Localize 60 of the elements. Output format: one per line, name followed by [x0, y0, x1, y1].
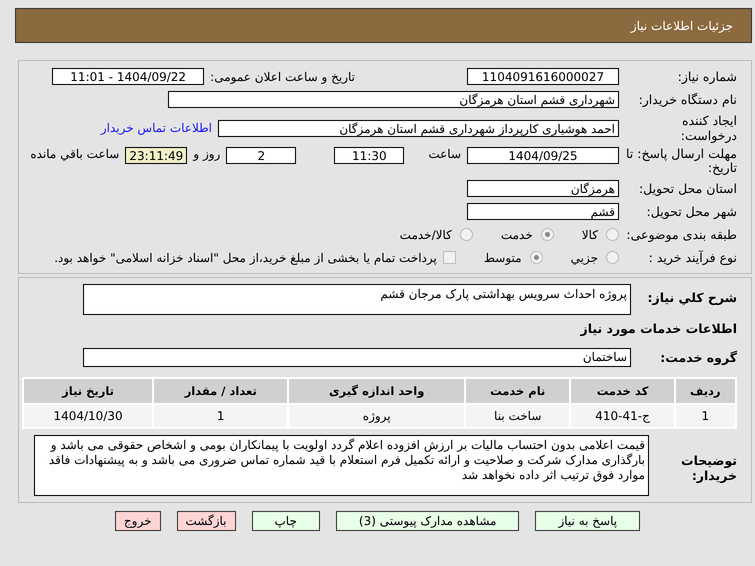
column-header: تاریخ نیاز [23, 378, 154, 404]
field-label: ایجاد کننده درخواست: [680, 113, 737, 143]
field-label: شماره نیاز: [676, 69, 737, 84]
creator-field: احمد هوشیاری کارپرداز شهرداری قشم استان هرمزگان [218, 120, 619, 136]
table-cell: ساخت بنا [465, 404, 570, 428]
field-label: روز و [193, 147, 220, 161]
radio-button[interactable] [606, 251, 619, 264]
city-field: قشم [467, 203, 619, 220]
column-header: نام خدمت [465, 378, 570, 404]
table-cell: 1404/10/30 [23, 404, 154, 428]
action-button[interactable]: پاسخ به نیاز [535, 511, 640, 531]
checkbox[interactable] [442, 251, 456, 264]
field-label: طبقه بندی موضوعی: [625, 227, 737, 242]
checkbox-label: پرداخت تمام یا بخشی از مبلغ خرید،از محل "اسناد خزانه اسلامی" خواهد بود. [54, 250, 437, 264]
radio-button[interactable] [606, 228, 619, 241]
column-header: تعداد / مقدار [153, 378, 288, 404]
field-label: ساعت باقي مانده [30, 147, 120, 161]
table-cell: ج-41-410 [570, 404, 675, 428]
field-label: تاریخ و ساعت اعلان عمومی: [210, 70, 355, 84]
notes-textarea[interactable]: قیمت اعلامی بدون احتساب مالیات بر ارزش افزوده اعلام گردد اولویت با پیمانکاران بومی و اشخاص حقوقی می باشد و بارگذاری مدارک شرکت و صلاحیت و ارائه تکمیل فرم استعلام با قید شماره تماس ضروری می باشد و به پیشنهادات فاقد موارد فوق ترتیب اثر داده نخواهد شد [34, 435, 649, 496]
buyer-contact-link[interactable]: اطلاعات تماس خریدار [100, 121, 212, 135]
days-field: 2 [226, 147, 296, 164]
field-label: شرح کلي نیاز: [646, 290, 737, 305]
radio-label: کالا/خدمت [400, 228, 452, 242]
action-button[interactable]: مشاهده مدارک پیوستی (3) [336, 511, 520, 531]
table-cell: 1 [674, 404, 736, 428]
summary-textarea[interactable]: پروژه احداث سرویس بهداشتی پارک مرجان قشم [83, 284, 631, 315]
need-number-field: 1104091616000027 [467, 68, 619, 85]
field-label: ساعت [428, 147, 461, 161]
column-header: ردیف [674, 378, 736, 404]
radio-label: کالا [582, 228, 598, 242]
action-button[interactable]: بازگشت [176, 511, 236, 531]
field-label: استان محل تحویل: [638, 181, 737, 196]
table-cell: 1 [153, 404, 288, 428]
remaining-time-field: 23:11:49 [125, 147, 188, 164]
field-label: نام دستگاه خریدار: [638, 92, 737, 107]
field-label: نوع فرآیند خرید : [648, 250, 737, 265]
radio-button[interactable] [540, 228, 554, 241]
radio-label: متوسط [484, 250, 522, 264]
section-heading: اطلاعات خدمات مورد نیاز [580, 321, 737, 336]
field-label: مهلت ارسال پاسخ: تا تاریخ: [625, 147, 737, 175]
deadline-date-field: 1404/09/25 [467, 147, 619, 164]
service-group-field: ساختمان [83, 348, 631, 367]
radio-button[interactable] [460, 228, 473, 241]
province-field: هرمزگان [467, 180, 619, 197]
radio-label: خدمت [500, 228, 533, 242]
column-header: کد خدمت [570, 378, 675, 404]
field-label: گروه خدمت: [659, 350, 737, 365]
field-label: توضیحات خریدار: [680, 453, 737, 483]
field-label: شهر محل تحویل: [646, 204, 737, 219]
action-button[interactable]: خروج [114, 511, 160, 531]
radio-button[interactable] [530, 251, 543, 264]
radio-label: جزيي [570, 250, 598, 264]
deadline-time-field: 11:30 [334, 147, 404, 164]
table-cell: پروژه [288, 404, 466, 428]
action-button[interactable]: چاپ [252, 511, 320, 531]
column-header: واحد اندازه گیری [288, 378, 466, 404]
buyer-field: شهرداری قشم استان هرمزگان [168, 91, 619, 108]
page-title: جزئیات اطلاعات نیاز [630, 18, 733, 32]
announce-date-field: 1404/09/22 - 11:01 [52, 68, 204, 85]
